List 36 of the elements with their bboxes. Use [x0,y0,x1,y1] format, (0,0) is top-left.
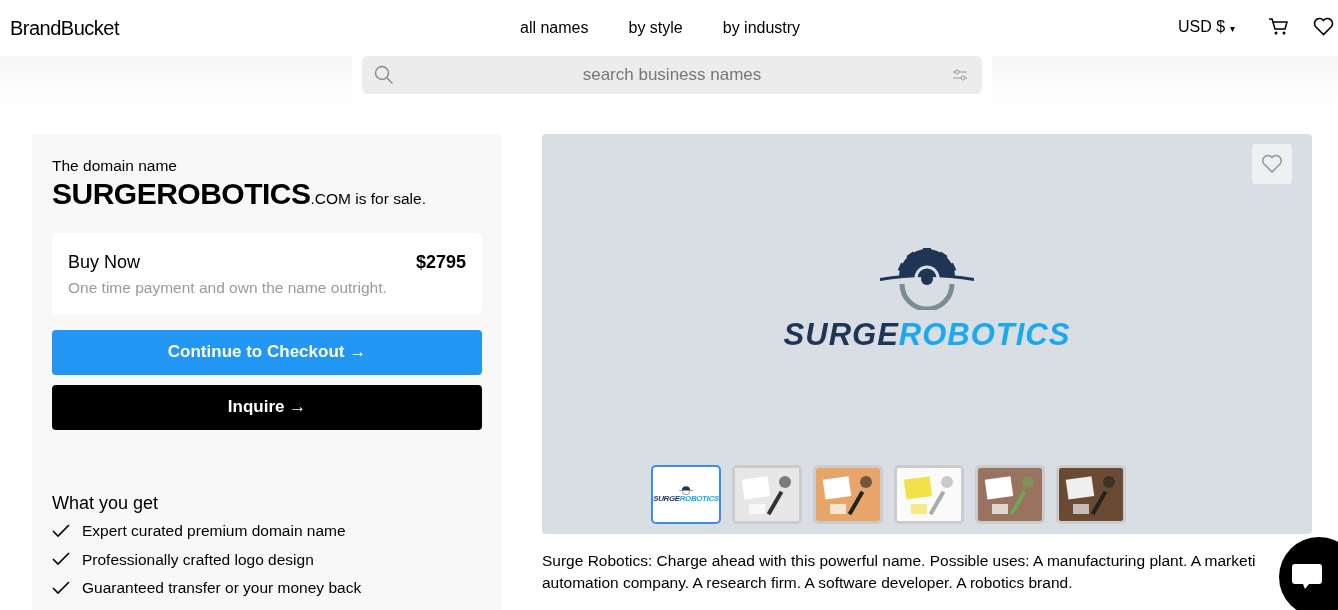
search-icon [374,65,394,85]
currency-selector[interactable]: USD $ ▾ [1178,15,1235,39]
thumbnail[interactable]: SURGEROBOTICS [651,465,721,524]
benefits-title: What you get [52,491,160,515]
intro-text: The domain name [52,156,178,176]
brand-logo[interactable]: BrandBucket [10,13,119,43]
sale-text: .COM is for sale. [310,190,426,208]
cart-icon[interactable] [1268,17,1288,36]
benefit-text: Guaranteed transfer or your money back [82,578,362,599]
logo-wordmark: SURGEROBOTICS [783,316,1071,354]
buy-now-title: Buy Now [68,251,141,275]
description-text: automation company. A research firm. A software developer. A robotics brand. [542,573,1074,593]
logo-wordmark: SURGEROBOTICS [653,495,719,503]
description-text: Surge Robotics: Charge ahead with this powerful name. Possible uses: A manufacturing plant. A marketi [542,551,1257,571]
inquire-button[interactable]: Inquire → [52,384,482,430]
heart-icon[interactable] [1313,17,1334,36]
check-icon [52,523,70,538]
gear-icon [679,486,693,495]
check-icon [52,580,70,595]
buy-now-subtitle: One time payment and own the name outright. [68,278,388,299]
search-field[interactable]: search business names [362,56,982,94]
nav-link[interactable]: all names [520,16,589,40]
gear-icon [880,248,974,310]
domain-name: SURGEROBOTICS [52,177,311,211]
price: $2795 [415,251,466,275]
thumbnail[interactable] [813,465,883,524]
benefit-text: Expert curated premium domain name [82,521,346,542]
check-icon [52,552,70,567]
nav-link[interactable]: by style [628,16,683,40]
thumbnail[interactable] [1056,465,1126,524]
benefit-text: Professionally crafted logo design [82,549,314,570]
thumbnail[interactable] [975,465,1045,524]
nav-link[interactable]: by industry [722,16,801,40]
thumbnail[interactable] [732,465,802,524]
heart-icon [1261,154,1283,174]
thumbnail[interactable] [894,465,964,524]
